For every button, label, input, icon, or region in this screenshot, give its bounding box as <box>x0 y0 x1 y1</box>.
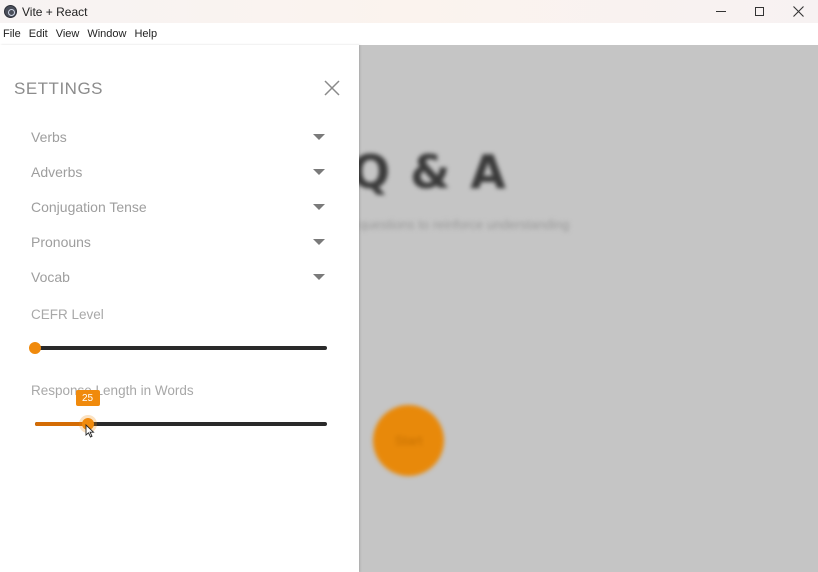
cefr-level-label: CEFR Level <box>31 307 104 322</box>
caret-down-icon <box>313 274 325 280</box>
page-subtitle: questions to reinforce understanding <box>359 217 570 232</box>
maximize-icon <box>755 7 764 16</box>
window-title: Vite + React <box>22 4 88 19</box>
title-bar: Vite + React <box>0 0 818 23</box>
maximize-button[interactable] <box>740 0 779 23</box>
slider-fill <box>35 422 88 426</box>
page-title: Q & A <box>359 145 508 199</box>
dropdown-label: Pronouns <box>31 234 91 250</box>
close-window-button[interactable] <box>779 0 818 23</box>
settings-title: SETTINGS <box>14 79 104 98</box>
dropdown-vocab[interactable]: Vocab <box>31 266 327 288</box>
menu-window[interactable]: Window <box>84 28 130 40</box>
caret-down-icon <box>313 134 325 140</box>
slider-thumb[interactable] <box>29 342 41 354</box>
close-icon <box>793 6 804 17</box>
background-overlay[interactable]: Q & A questions to reinforce understandi… <box>359 45 818 572</box>
start-button-label: Start <box>394 433 423 448</box>
window-controls <box>701 0 818 23</box>
menu-bar: File Edit View Window Help <box>0 23 818 45</box>
menu-file[interactable]: File <box>0 28 25 40</box>
caret-down-icon <box>313 169 325 175</box>
dropdown-label: Adverbs <box>31 164 83 180</box>
app-icon <box>4 5 17 18</box>
dropdown-label: Conjugation Tense <box>31 199 147 215</box>
mouse-cursor-icon <box>85 424 95 438</box>
response-length-slider[interactable]: 25 <box>35 390 327 430</box>
caret-down-icon <box>313 239 325 245</box>
dropdown-verbs[interactable]: Verbs <box>31 126 327 148</box>
slider-value-badge: 25 <box>75 390 100 406</box>
cefr-level-slider[interactable] <box>29 342 327 354</box>
start-button[interactable]: Start <box>373 405 444 476</box>
response-length-label: Response Length in Words <box>31 383 194 398</box>
close-icon <box>324 80 340 96</box>
dropdown-pronouns[interactable]: Pronouns <box>31 231 327 253</box>
settings-drawer: SETTINGS Verbs Adverbs Conjugation Tense… <box>0 45 359 572</box>
menu-edit[interactable]: Edit <box>26 28 52 40</box>
dropdown-label: Vocab <box>31 269 70 285</box>
close-settings-button[interactable] <box>322 78 342 98</box>
caret-down-icon <box>313 204 325 210</box>
dropdown-adverbs[interactable]: Adverbs <box>31 161 327 183</box>
menu-help[interactable]: Help <box>131 28 161 40</box>
minimize-button[interactable] <box>701 0 740 23</box>
dropdown-conjugation-tense[interactable]: Conjugation Tense <box>31 196 327 218</box>
menu-view[interactable]: View <box>53 28 84 40</box>
minimize-icon <box>715 11 726 12</box>
dropdown-label: Verbs <box>31 129 67 145</box>
